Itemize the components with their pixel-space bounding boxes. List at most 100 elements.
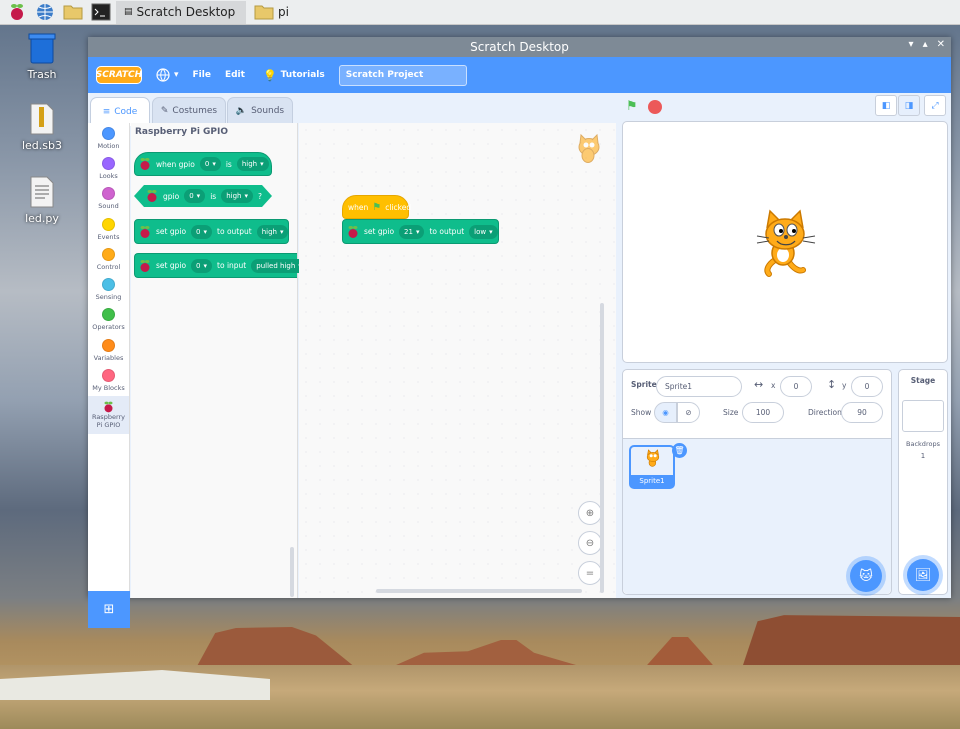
category-menu: Motion Looks Sound Events Control Sensin… — [88, 123, 130, 628]
window-titlebar[interactable]: Scratch Desktop ▾ ▴ ✕ — [88, 37, 951, 57]
block-when-flag-clicked[interactable]: when ⚑ clicked — [342, 195, 411, 219]
events-icon — [102, 217, 115, 231]
sprite-thumbnail[interactable]: Sprite1 🗑 — [629, 443, 687, 489]
maximize-icon[interactable]: ▴ — [923, 39, 928, 50]
category-motion[interactable]: Motion — [88, 123, 129, 153]
raspberry-pi-icon — [103, 400, 115, 413]
gpio-pin-dropdown[interactable]: 0 — [184, 189, 205, 203]
tab-costumes[interactable]: ✎ Costumes — [152, 97, 226, 124]
looks-icon — [102, 156, 115, 170]
cat-add-icon: 🐱 — [859, 568, 873, 584]
category-raspberry-pi-gpio[interactable]: Raspberry Pi GPIO — [88, 395, 129, 434]
trash-icon — [7, 32, 77, 64]
stage-panel-title: Stage — [910, 376, 936, 385]
block-gpio-is[interactable]: gpio 0 is high ? — [134, 185, 272, 207]
taskbar-window-label: pi — [278, 5, 289, 19]
language-menu[interactable]: ▾ — [156, 68, 179, 82]
taskbar-window-files[interactable]: pi — [246, 1, 366, 24]
sprite-label: Sprite — [631, 380, 657, 389]
eye-slash-icon: ⊘ — [685, 408, 692, 417]
category-my-blocks[interactable]: My Blocks — [88, 365, 129, 395]
add-extension-button[interactable]: ⊞ — [88, 591, 130, 628]
palette-scrollbar[interactable] — [290, 547, 294, 597]
tab-code[interactable]: ≡ Code — [90, 97, 150, 126]
gpio-pin-dropdown[interactable]: 21 — [399, 224, 425, 239]
x-input[interactable]: 0 — [780, 376, 812, 397]
tutorials-menu[interactable]: 💡 Tutorials — [263, 69, 325, 82]
category-operators[interactable]: Operators — [88, 305, 129, 335]
category-events[interactable]: Events — [88, 214, 129, 244]
category-sound[interactable]: Sound — [88, 184, 129, 214]
terminal-icon[interactable] — [90, 2, 112, 22]
raspberry-menu-icon[interactable] — [6, 2, 28, 22]
gpio-pin-dropdown[interactable]: 0 — [191, 224, 213, 239]
backdrops-label: Backdrops — [906, 440, 940, 448]
close-icon[interactable]: ✕ — [937, 39, 945, 50]
desktop-icon-led-py[interactable]: led.py — [7, 176, 77, 225]
large-stage-button[interactable]: ◨ — [898, 95, 920, 116]
script-horizontal-scrollbar[interactable] — [376, 589, 582, 593]
delete-sprite-button[interactable]: 🗑 — [672, 443, 687, 458]
block-set-gpio-output[interactable]: set gpio 0 to output high — [134, 219, 289, 244]
minimize-icon[interactable]: ▾ — [909, 39, 914, 50]
gpio-pin-dropdown[interactable]: 0 — [199, 157, 221, 171]
choose-backdrop-button[interactable]: 🖼 — [907, 559, 939, 591]
category-control[interactable]: Control — [88, 244, 129, 274]
direction-input[interactable]: 90 — [841, 402, 883, 423]
y-input[interactable]: 0 — [851, 376, 883, 397]
block-set-gpio-output-script[interactable]: set gpio 21 to output low — [342, 219, 499, 244]
image-add-icon: 🖼 — [914, 567, 932, 583]
show-visible-button[interactable]: ◉ — [654, 402, 677, 423]
gpio-state-dropdown[interactable]: high — [236, 157, 269, 171]
block-set-gpio-input[interactable]: set gpio 0 to input pulled high — [134, 253, 307, 278]
sensing-icon — [102, 278, 115, 292]
cat-sprite[interactable] — [751, 208, 819, 280]
raspberry-pi-icon — [139, 158, 151, 171]
choose-sprite-button[interactable]: 🐱 — [850, 560, 882, 592]
taskbar-window-scratch[interactable]: ▤ Scratch Desktop — [116, 0, 246, 24]
file-manager-icon[interactable] — [62, 2, 84, 22]
green-flag-button[interactable]: ⚑ — [626, 99, 638, 114]
edit-menu[interactable]: Edit — [225, 70, 245, 80]
stage-target-panel[interactable]: Stage Backdrops 1 🖼 — [898, 369, 948, 595]
window-title: Scratch Desktop — [470, 40, 569, 54]
gpio-pin-dropdown[interactable]: 0 — [191, 258, 213, 273]
show-hidden-button[interactable]: ⊘ — [677, 402, 700, 423]
taskbar-window-label: Scratch Desktop — [136, 5, 236, 19]
zoom-out-button[interactable]: ⊖ — [578, 531, 602, 555]
category-sensing[interactable]: Sensing — [88, 274, 129, 304]
text-file-icon — [7, 176, 77, 208]
stage-canvas[interactable] — [622, 121, 948, 363]
category-looks[interactable]: Looks — [88, 153, 129, 183]
block-text: to output — [217, 227, 252, 236]
gpio-output-dropdown[interactable]: high — [256, 224, 289, 239]
stop-button[interactable] — [648, 100, 662, 114]
category-variables[interactable]: Variables — [88, 335, 129, 365]
script-vertical-scrollbar[interactable] — [600, 303, 604, 593]
desktop-icon-trash[interactable]: Trash — [7, 32, 77, 81]
stage-thumbnail[interactable] — [902, 400, 944, 432]
web-browser-icon[interactable] — [34, 2, 56, 22]
zoom-reset-button[interactable]: = — [578, 561, 602, 585]
fullscreen-button[interactable]: ⤢ — [924, 95, 946, 116]
gpio-state-dropdown[interactable]: high — [221, 189, 253, 203]
project-title-input[interactable]: Scratch Project — [338, 64, 467, 86]
gpio-output-dropdown[interactable]: low — [469, 224, 498, 239]
sprite-info-panel: Sprite Sprite1 ↔ x 0 ↕ y 0 Show ◉ ⊘ Size… — [622, 369, 892, 595]
horizontal-arrows-icon: ↔ — [754, 378, 764, 391]
desktop-icon-led-sb3[interactable]: led.sb3 — [7, 103, 77, 152]
scratch-logo[interactable]: SCRATCH — [96, 66, 142, 84]
y-label: y — [842, 381, 847, 390]
sprite-name-input[interactable]: Sprite1 — [656, 376, 742, 397]
file-menu[interactable]: File — [193, 70, 211, 80]
raspberry-pi-icon — [139, 259, 151, 272]
size-input[interactable]: 100 — [742, 402, 784, 423]
small-stage-button[interactable]: ◧ — [875, 95, 897, 116]
block-when-gpio-is[interactable]: when gpio 0 is high — [134, 152, 272, 176]
tab-sounds[interactable]: 🔈 Sounds — [227, 97, 293, 124]
tutorials-label: Tutorials — [280, 70, 325, 80]
zoom-in-button[interactable]: ⊕ — [578, 501, 602, 525]
zoom-reset-icon: = — [585, 567, 595, 579]
script-area[interactable]: when ⚑ clicked set gpio 21 to output low… — [299, 123, 616, 598]
operators-icon — [102, 308, 115, 322]
